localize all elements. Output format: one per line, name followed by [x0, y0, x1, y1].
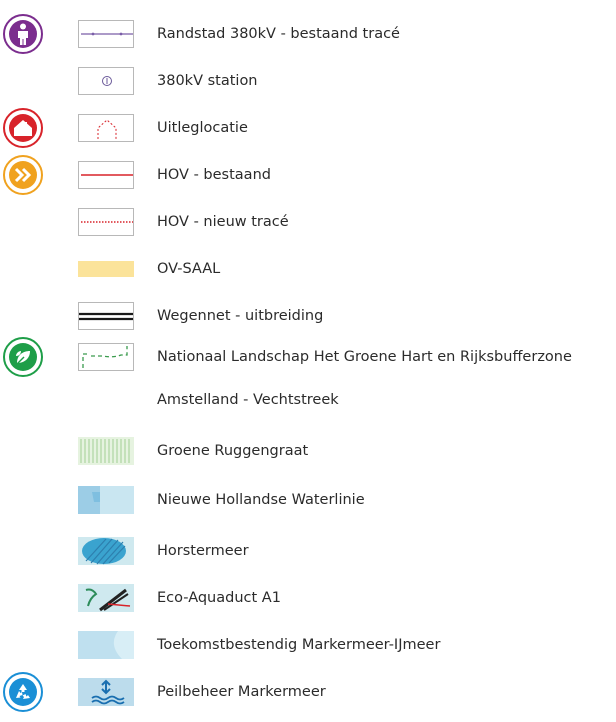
- legend-label: Peilbeheer Markermeer: [157, 684, 326, 700]
- legend-label: Uitleglocatie: [157, 120, 248, 136]
- legend-row: HOV - bestaand: [0, 153, 616, 197]
- legend-label: OV-SAAL: [157, 261, 221, 277]
- recycle-icon: [3, 672, 43, 712]
- legend-row: Randstad 380kV - bestaand tracé: [0, 12, 616, 56]
- aquaduct-swatch: [78, 584, 134, 612]
- yellow-band-swatch: [78, 255, 134, 283]
- legend-label: Groene Ruggengraat: [157, 443, 309, 459]
- map-legend: Randstad 380kV - bestaand tracé 380kV st…: [0, 0, 616, 722]
- red-dotted-line-swatch: [78, 208, 134, 236]
- double-chevron-icon: [3, 155, 43, 195]
- house-icon: [3, 108, 43, 148]
- legend-row: HOV - nieuw tracé: [0, 200, 616, 244]
- leaf-icon: [3, 337, 43, 377]
- station-symbol-swatch: [78, 67, 134, 95]
- legend-label: 380kV station: [157, 73, 258, 89]
- person-icon: [3, 14, 43, 54]
- legend-label: HOV - bestaand: [157, 167, 271, 183]
- green-dashed-boundary-swatch: [78, 343, 134, 371]
- legend-label: Nieuwe Hollandse Waterlinie: [157, 492, 365, 508]
- legend-row: Toekomstbestendig Markermeer-IJmeer: [0, 623, 616, 667]
- legend-row: OV-SAAL: [0, 247, 616, 291]
- legend-row: Peilbeheer Markermeer: [0, 670, 616, 714]
- legend-label: Randstad 380kV - bestaand tracé: [157, 26, 400, 42]
- water-level-swatch: [78, 678, 134, 706]
- legend-label: Horstermeer: [157, 543, 249, 559]
- legend-label: Eco-Aquaduct A1: [157, 590, 281, 606]
- legend-row: Wegennet - uitbreiding: [0, 294, 616, 338]
- legend-label: Toekomstbestendig Markermeer-IJmeer: [157, 637, 441, 653]
- legend-row: Eco-Aquaduct A1: [0, 576, 616, 620]
- dotted-house-outline-swatch: [78, 114, 134, 142]
- black-double-line-swatch: [78, 302, 134, 330]
- legend-row: 380kV station: [0, 59, 616, 103]
- red-line-swatch: [78, 161, 134, 189]
- light-blue-lake-swatch: [78, 631, 134, 659]
- legend-row: Uitleglocatie: [0, 106, 616, 150]
- blue-waterline-swatch: [78, 486, 134, 514]
- legend-label: Amstelland - Vechtstreek: [157, 392, 339, 408]
- legend-label: Wegennet - uitbreiding: [157, 308, 324, 324]
- legend-row: Nationaal Landschap Het Groene Hart en R…: [0, 337, 616, 385]
- blue-polder-swatch: [78, 537, 134, 565]
- green-hatch-swatch: [78, 437, 134, 465]
- legend-row: Groene Ruggengraat: [0, 435, 616, 479]
- legend-label: Nationaal Landschap Het Groene Hart en R…: [157, 349, 572, 365]
- legend-label: HOV - nieuw tracé: [157, 214, 289, 230]
- legend-row: Nieuwe Hollandse Waterlinie: [0, 482, 616, 526]
- purple-line-swatch: [78, 20, 134, 48]
- legend-row: Amstelland - Vechtstreek: [0, 388, 616, 432]
- legend-row: Horstermeer: [0, 529, 616, 573]
